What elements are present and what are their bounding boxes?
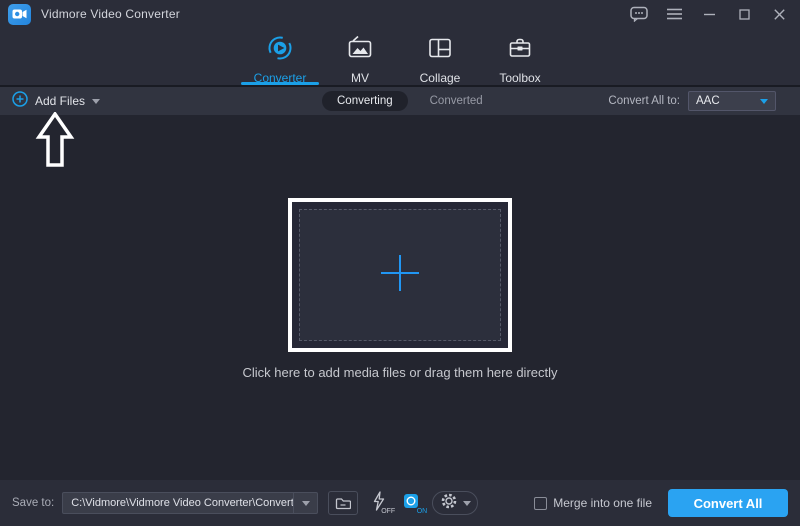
chevron-down-icon[interactable] <box>293 493 317 513</box>
tab-mv[interactable]: MV <box>328 28 392 85</box>
app-logo-icon <box>8 3 31 25</box>
merge-checkbox[interactable] <box>534 496 548 510</box>
feedback-icon[interactable] <box>630 5 648 23</box>
tab-toolbox[interactable]: Toolbox <box>488 28 552 85</box>
save-path-value: C:\Vidmore\Vidmore Video Converter\Conve… <box>71 497 294 509</box>
queue-tabs: Converting Converted <box>322 87 483 115</box>
chevron-down-icon <box>92 98 101 104</box>
output-format-value: AAC <box>696 95 720 107</box>
tab-converter[interactable]: Converter <box>241 28 319 85</box>
annotation-arrow-up-icon <box>33 110 77 174</box>
titlebar: Vidmore Video Converter <box>0 0 800 28</box>
converter-icon <box>267 35 293 66</box>
minimize-button[interactable] <box>700 5 718 23</box>
gpu-acceleration-toggle[interactable]: ON <box>398 491 427 515</box>
tab-collage[interactable]: Collage <box>408 28 472 85</box>
merge-label: Merge into one file <box>553 496 652 510</box>
settings-button[interactable] <box>432 491 479 515</box>
tab-converting[interactable]: Converting <box>322 91 408 111</box>
convert-all-button[interactable]: Convert All <box>668 489 788 517</box>
tab-toolbox-label: Toolbox <box>499 71 541 85</box>
add-files-button[interactable]: Add Files <box>12 90 101 112</box>
convert-all-to-label: Convert All to: <box>608 95 680 107</box>
plus-icon <box>380 253 420 298</box>
toolbox-icon <box>507 35 533 66</box>
tab-converter-label: Converter <box>253 71 307 85</box>
tab-mv-label: MV <box>351 71 369 85</box>
chevron-down-icon <box>760 98 768 104</box>
hardware-acceleration-toggle[interactable]: OFF <box>366 490 396 515</box>
add-circle-icon <box>12 90 28 112</box>
tab-collage-label: Collage <box>419 71 461 85</box>
dropzone-hint-text: Click here to add media files or drag th… <box>242 365 558 380</box>
toolbar: Add Files Converting Converted Convert A… <box>0 87 800 115</box>
save-path-select[interactable]: C:\Vidmore\Vidmore Video Converter\Conve… <box>62 492 319 514</box>
main-nav: Converter MV Collage Toolbox <box>0 28 800 85</box>
app-window: Vidmore Video Converter Converter MV Col… <box>0 0 800 526</box>
save-to-label: Save to: <box>12 497 55 509</box>
maximize-button[interactable] <box>735 5 753 23</box>
gear-icon <box>440 492 458 515</box>
chevron-down-icon <box>462 500 471 506</box>
mv-icon <box>347 35 373 66</box>
add-files-label: Add Files <box>35 94 86 108</box>
main-area: Click here to add media files or drag th… <box>0 110 800 480</box>
gpu-acceleration-state: ON <box>416 508 428 515</box>
media-dropzone[interactable] <box>288 198 512 352</box>
open-folder-button[interactable] <box>328 491 359 515</box>
media-dropzone-inner[interactable] <box>299 209 501 341</box>
hardware-acceleration-state: OFF <box>381 508 396 515</box>
output-format-select[interactable]: AAC <box>688 91 776 111</box>
convert-all-to-group: Convert All to: AAC <box>608 91 776 111</box>
footer-bar: Save to: C:\Vidmore\Vidmore Video Conver… <box>0 480 800 526</box>
tab-converted[interactable]: Converted <box>430 95 483 107</box>
menu-icon[interactable] <box>665 5 683 23</box>
close-button[interactable] <box>770 5 788 23</box>
app-title: Vidmore Video Converter <box>41 7 180 21</box>
merge-into-one-file-option[interactable]: Merge into one file <box>534 496 652 510</box>
collage-icon <box>427 35 453 66</box>
